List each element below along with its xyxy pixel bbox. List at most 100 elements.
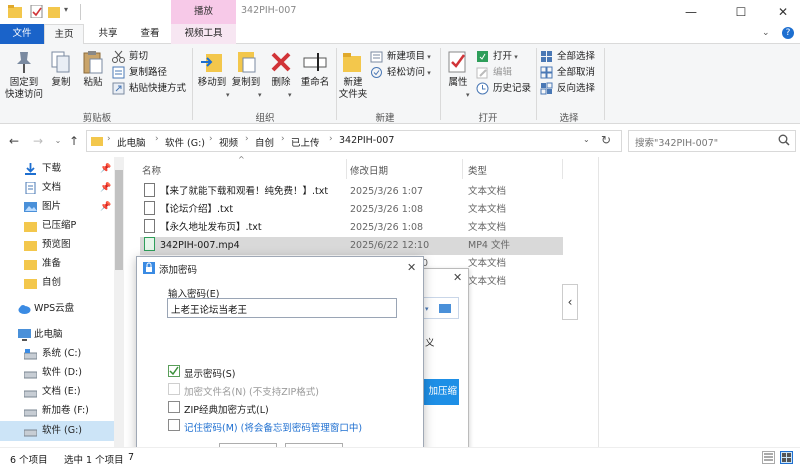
nav-item-compressed[interactable]: 已压缩P bbox=[0, 216, 114, 236]
tab-view[interactable]: 查看 bbox=[130, 24, 170, 44]
pin-icon[interactable]: 📌 bbox=[100, 178, 111, 198]
nav-item-wps-cloud[interactable]: WPS云盘 bbox=[0, 299, 114, 319]
nav-item-drive-d[interactable]: 软件 (D:) bbox=[0, 363, 114, 383]
address-history-dropdown-icon[interactable]: ⌄ bbox=[583, 135, 590, 144]
address-box[interactable]: › 此电脑 › 软件 (G:) › 视频 › 自创 › 已上传 › 342PIH… bbox=[86, 130, 622, 152]
recent-locations-icon[interactable]: ⌄ bbox=[50, 133, 66, 149]
encrypt-filenames-checkbox[interactable] bbox=[168, 383, 180, 395]
status-bar: 6 个项目 选中 1 个项目 7 bbox=[0, 447, 800, 467]
column-header-type[interactable]: 类型 bbox=[468, 163, 487, 177]
text-file-icon bbox=[144, 219, 155, 233]
copy-path-button[interactable]: 复制路径 bbox=[112, 65, 167, 80]
tab-file[interactable]: 文件 bbox=[0, 24, 44, 44]
file-row[interactable]: 【永久地址发布页】.txt 2025/3/26 1:08 文本文档 bbox=[140, 219, 563, 237]
compress-now-button[interactable]: 加压缩 bbox=[423, 379, 459, 405]
breadcrumb-original[interactable]: 自创 bbox=[255, 135, 274, 149]
file-row-selected[interactable]: 342PIH-007.mp4 2025/6/22 12:10 MP4 文件 bbox=[140, 237, 563, 255]
nav-item-prepare[interactable]: 准备 bbox=[0, 254, 114, 274]
nav-item-drive-e[interactable]: 文档 (E:) bbox=[0, 382, 114, 402]
breadcrumb-uploaded[interactable]: 已上传 bbox=[291, 135, 320, 149]
rename-icon bbox=[303, 50, 327, 74]
copy-to-button[interactable]: 复制到 bbox=[230, 50, 262, 89]
new-folder-quick-icon[interactable] bbox=[48, 5, 62, 18]
minimize-button[interactable]: — bbox=[668, 0, 714, 24]
column-divider[interactable] bbox=[462, 159, 463, 179]
column-divider[interactable] bbox=[346, 159, 347, 179]
new-folder-button[interactable]: 新建 文件夹 bbox=[338, 50, 368, 101]
nav-scrollbar-thumb[interactable] bbox=[115, 170, 123, 270]
show-password-checkbox[interactable] bbox=[168, 365, 180, 377]
copy-to-dropdown-icon[interactable]: ▾ bbox=[258, 91, 262, 99]
pin-to-quick-access-button[interactable]: 固定到 快速访问 bbox=[4, 50, 44, 101]
paste-button[interactable]: 粘贴 bbox=[78, 50, 108, 89]
large-icons-view-icon[interactable] bbox=[780, 451, 793, 464]
tab-share[interactable]: 共享 bbox=[88, 24, 128, 44]
column-divider[interactable] bbox=[562, 159, 563, 179]
breadcrumb-this-pc[interactable]: 此电脑 bbox=[117, 135, 146, 149]
up-arrow-icon[interactable]: ↑ bbox=[66, 133, 82, 149]
open-button[interactable]: 打开 ▾ bbox=[476, 49, 518, 64]
nav-item-drive-g[interactable]: 软件 (G:) bbox=[0, 421, 114, 441]
nav-item-previews[interactable]: 预览图 bbox=[0, 235, 114, 255]
cut-button[interactable]: 剪切 bbox=[112, 49, 148, 64]
history-button[interactable]: 历史记录 bbox=[476, 81, 531, 96]
breadcrumb-video[interactable]: 视频 bbox=[219, 135, 238, 149]
pin-icon[interactable]: 📌 bbox=[100, 197, 111, 217]
file-row[interactable]: 【来了就能下载和观看！纯免费！】.txt 2025/3/26 1:07 文本文档 bbox=[140, 183, 563, 201]
breadcrumb-current[interactable]: 342PIH-007 bbox=[339, 135, 394, 146]
nav-item-pictures[interactable]: 图片 📌 bbox=[0, 197, 114, 217]
search-input[interactable]: 搜索"342PIH-007" bbox=[628, 130, 796, 152]
new-item-button[interactable]: 新建项目 ▾ bbox=[370, 49, 431, 64]
properties-dropdown-icon[interactable]: ▾ bbox=[466, 91, 470, 99]
maximize-button[interactable]: ☐ bbox=[718, 0, 764, 24]
paste-shortcut-button[interactable]: 粘贴快捷方式 bbox=[112, 81, 186, 96]
drive-icon bbox=[23, 386, 38, 398]
select-all-button[interactable]: 全部选择 bbox=[540, 49, 595, 64]
nav-item-documents[interactable]: 文档 📌 bbox=[0, 178, 114, 198]
details-view-icon[interactable] bbox=[762, 451, 775, 464]
nav-item-drive-c[interactable]: 系统 (C:) bbox=[0, 344, 114, 364]
nav-item-this-pc[interactable]: 此电脑 bbox=[0, 325, 114, 345]
select-none-button[interactable]: 全部取消 bbox=[540, 65, 595, 80]
properties-button[interactable]: 属性 bbox=[444, 50, 472, 89]
invert-selection-button[interactable]: 反向选择 bbox=[540, 81, 595, 96]
zip-legacy-encryption-checkbox[interactable] bbox=[168, 401, 180, 413]
tab-video-tools[interactable]: 视频工具 bbox=[171, 24, 236, 44]
edit-button[interactable]: 编辑 bbox=[476, 65, 512, 80]
folder-icon[interactable] bbox=[439, 303, 451, 313]
nav-item-original[interactable]: 自创 bbox=[0, 273, 114, 293]
window-title: 342PIH-007 bbox=[241, 5, 297, 16]
column-header-name[interactable]: 名称 bbox=[142, 163, 161, 177]
tab-home[interactable]: 主页 bbox=[44, 24, 84, 44]
forward-arrow-icon[interactable]: → bbox=[30, 133, 46, 149]
dropdown-arrow-icon[interactable]: ▾ bbox=[425, 305, 429, 313]
breadcrumb-drive-g[interactable]: 软件 (G:) bbox=[165, 135, 205, 149]
move-to-button[interactable]: 移动到 bbox=[196, 50, 228, 89]
column-header-modified[interactable]: 修改日期 bbox=[350, 163, 388, 177]
back-arrow-icon[interactable]: ← bbox=[6, 133, 22, 149]
close-button[interactable]: ✕ bbox=[760, 0, 800, 24]
password-input[interactable]: 上老王论坛当老王 bbox=[167, 298, 397, 318]
move-to-dropdown-icon[interactable]: ▾ bbox=[226, 91, 230, 99]
nav-item-drive-f[interactable]: 新加卷 (F:) bbox=[0, 401, 114, 421]
refresh-icon[interactable]: ↻ bbox=[601, 133, 611, 147]
help-icon[interactable]: ? bbox=[782, 27, 794, 39]
invert-selection-label: 反向选择 bbox=[557, 83, 596, 94]
properties-quick-icon[interactable] bbox=[30, 4, 44, 19]
pin-icon[interactable]: 📌 bbox=[100, 159, 111, 179]
rename-button[interactable]: 重命名 bbox=[298, 50, 332, 89]
collapse-panel-button[interactable]: ‹ bbox=[562, 284, 578, 320]
copy-path-label: 复制路径 bbox=[129, 67, 168, 78]
easy-access-button[interactable]: 轻松访问 ▾ bbox=[370, 65, 431, 80]
dialog-close-icon[interactable]: ✕ bbox=[407, 261, 416, 274]
compression-dialog-close-icon[interactable]: ✕ bbox=[453, 271, 462, 284]
file-row[interactable]: 【论坛介绍】.txt 2025/3/26 1:08 文本文档 bbox=[140, 201, 563, 219]
delete-button[interactable]: 删除 bbox=[266, 50, 296, 89]
remember-password-checkbox[interactable] bbox=[168, 419, 180, 431]
ribbon-collapse-icon[interactable]: ⌄ bbox=[762, 28, 770, 38]
delete-dropdown-icon[interactable]: ▾ bbox=[288, 91, 292, 99]
copy-button[interactable]: 复制 bbox=[46, 50, 76, 89]
customize-quick-access-icon[interactable]: ▾ bbox=[64, 5, 78, 18]
search-icon[interactable] bbox=[778, 134, 790, 146]
nav-item-downloads[interactable]: 下载 📌 bbox=[0, 159, 114, 179]
